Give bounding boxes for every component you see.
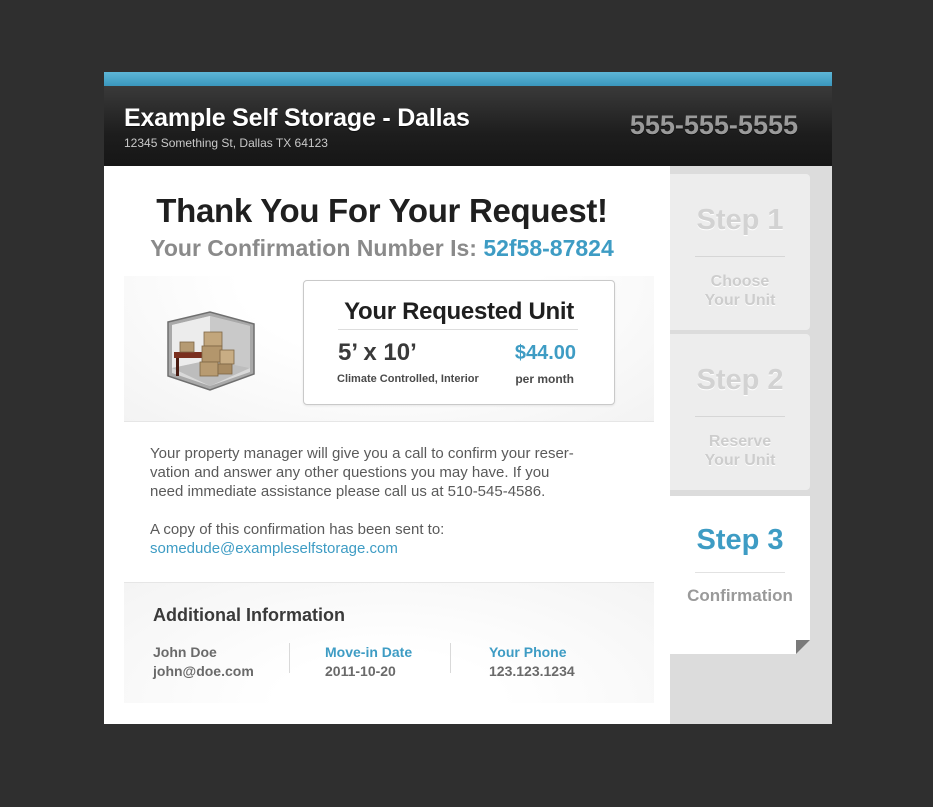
additional-information-section: Additional Information John Doe john@doe… [124, 582, 654, 703]
divider [289, 643, 290, 673]
phone-value: 123.123.1234 [489, 663, 575, 679]
requested-unit-section: Your Requested Unit 5’ x 10’ Climate Con… [124, 276, 654, 422]
business-phone[interactable]: 555-555-5555 [630, 110, 798, 141]
step-label: Reserve Your Unit [670, 432, 810, 470]
step-label: Choose Your Unit [670, 272, 810, 310]
step-label-line: Your Unit [704, 292, 776, 309]
step-2[interactable]: Step 2 Reserve Your Unit [670, 334, 810, 490]
copy-sent-label: A copy of this confirmation has been sen… [150, 521, 445, 538]
divider [695, 256, 785, 257]
unit-size: 5’ x 10’ [338, 339, 417, 366]
move-in-label: Move-in Date [325, 644, 413, 660]
business-name: Example Self Storage - Dallas [124, 104, 470, 132]
business-address: 12345 Something St, Dallas TX 64123 [124, 136, 328, 150]
divider [695, 572, 785, 573]
page-title: Thank You For Your Request! [156, 192, 608, 229]
phone-label: Your Phone [489, 644, 567, 660]
site-header: Example Self Storage - Dallas 12345 Some… [104, 86, 832, 166]
message-line: Your property manager will give you a ca… [150, 445, 574, 462]
unit-description: Climate Controlled, Interior [337, 373, 479, 385]
divider [695, 416, 785, 417]
accent-bar [104, 72, 832, 86]
message-line: vation and answer any other questions yo… [150, 464, 550, 481]
phone-info: Your Phone 123.123.1234 [489, 643, 575, 681]
step-label: Confirmation [670, 586, 810, 605]
confirmation-number: 52f58-87824 [483, 235, 614, 261]
step-title: Step 1 [696, 204, 784, 236]
requested-unit-title: Your Requested Unit [344, 298, 574, 325]
unit-price: $44.00 [514, 342, 576, 364]
confirmation-number-label: Your Confirmation Number Is: [150, 235, 477, 261]
customer-email: john@doe.com [153, 663, 254, 679]
steps-sidebar: Step 1 Choose Your Unit Step 2 Reserve Y… [670, 166, 832, 724]
step-label-line: Choose [710, 273, 770, 290]
step-1[interactable]: Step 1 Choose Your Unit [670, 174, 810, 330]
step-3[interactable]: Step 3 Confirmation [670, 496, 810, 654]
confirmation-message: Your property manager will give you a ca… [150, 444, 620, 501]
message-line: need immediate assistance please call us… [150, 483, 546, 500]
divider [338, 329, 578, 330]
step-label-line: Your Unit [704, 452, 776, 469]
move-in-value: 2011-10-20 [325, 663, 396, 679]
requested-unit-card: Your Requested Unit 5’ x 10’ Climate Con… [303, 280, 615, 405]
page-curl-fold-icon [796, 640, 810, 654]
storage-unit-boxes-icon [167, 311, 255, 391]
move-in-info: Move-in Date 2011-10-20 [325, 643, 412, 681]
unit-price-period: per month [515, 372, 574, 386]
customer-info: John Doe john@doe.com [153, 643, 254, 681]
step-title: Step 3 [696, 524, 784, 556]
confirmation-line: Your Confirmation Number Is: 52f58-87824 [104, 235, 660, 262]
step-label-line: Reserve [708, 433, 772, 450]
step-title: Step 2 [696, 364, 784, 396]
copy-sent-email-link[interactable]: somedude@exampleselfstorage.com [150, 539, 398, 558]
main-content: Thank You For Your Request! Your Confirm… [104, 166, 670, 724]
customer-name: John Doe [153, 644, 217, 660]
additional-information-title: Additional Information [153, 605, 345, 625]
divider [450, 643, 451, 673]
step-label-line: Confirmation [687, 586, 793, 605]
confirmation-card: Example Self Storage - Dallas 12345 Some… [104, 72, 832, 724]
